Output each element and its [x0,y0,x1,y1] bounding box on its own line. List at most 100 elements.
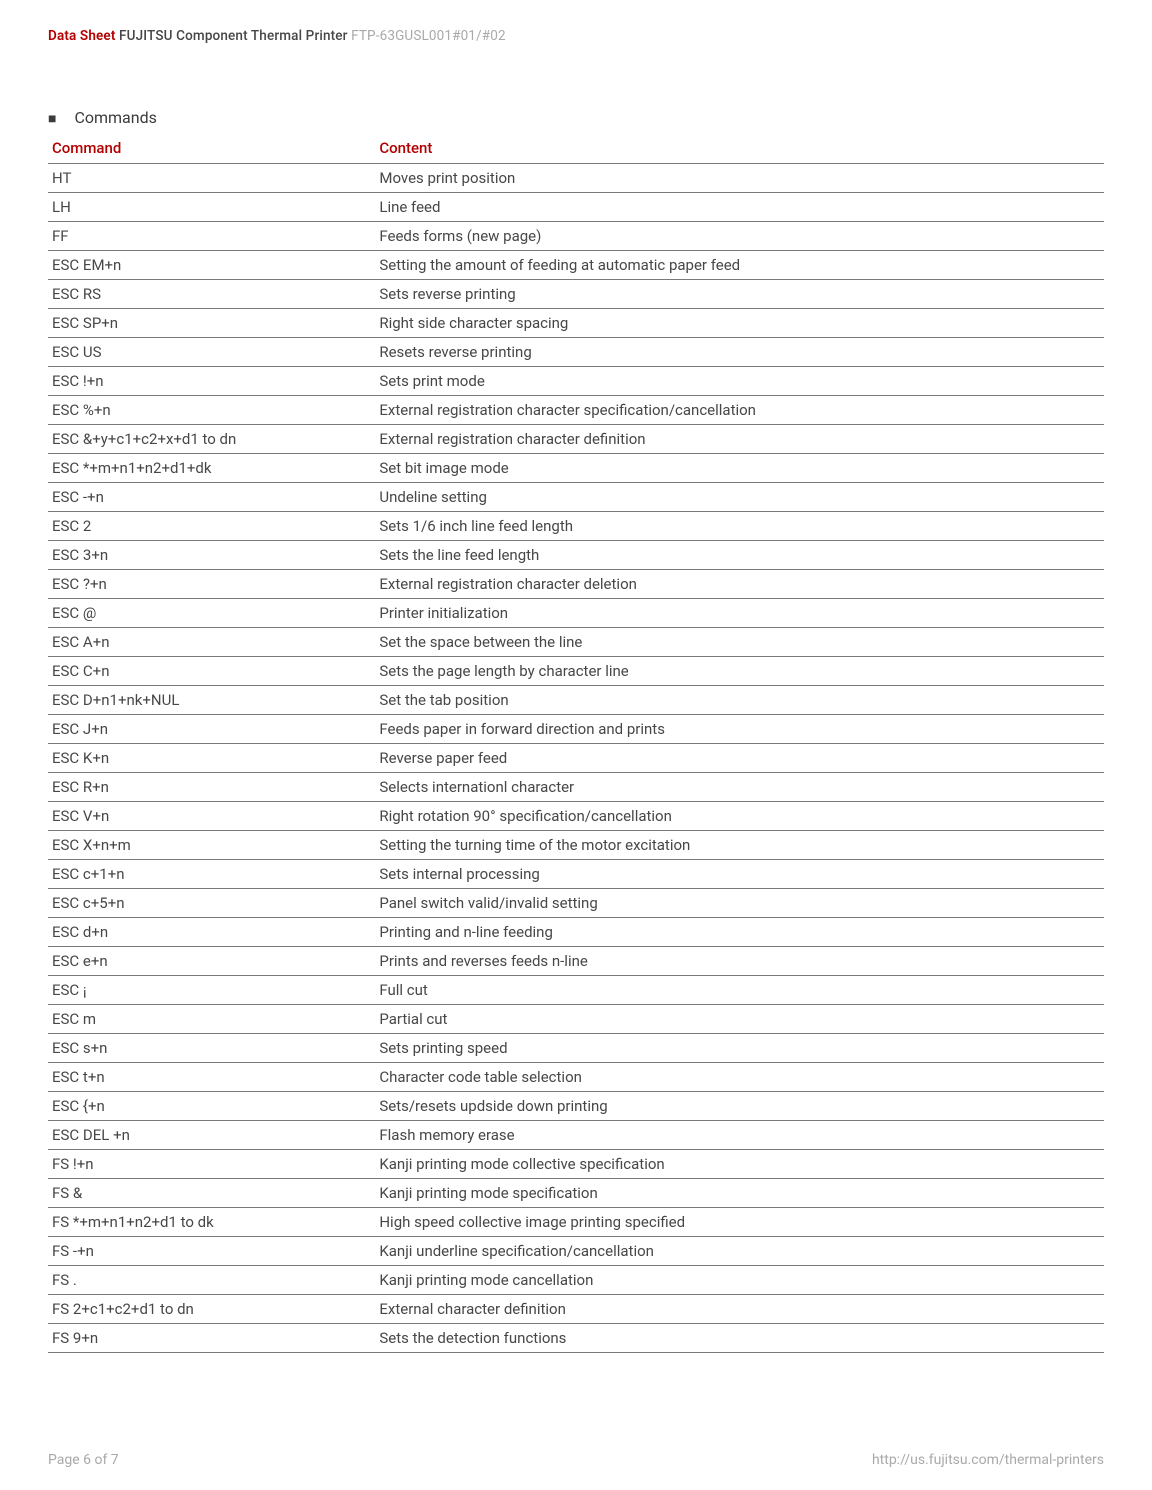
table-row: ESC V+nRight rotation 90° specification/… [48,802,1104,831]
cell-command: ESC c+1+n [48,860,375,889]
cell-command: ESC EM+n [48,251,375,280]
cell-content: Sets printing speed [375,1034,1104,1063]
table-row: ESC c+5+nPanel switch valid/invalid sett… [48,889,1104,918]
cell-command: ESC R+n [48,773,375,802]
cell-command: ESC A+n [48,628,375,657]
cell-content: Kanji printing mode cancellation [375,1266,1104,1295]
cell-command: ESC e+n [48,947,375,976]
header-product: FUJITSU Component Thermal Printer [119,28,348,44]
cell-content: Right side character spacing [375,309,1104,338]
cell-content: Sets the page length by character line [375,657,1104,686]
table-row: ESC ?+nExternal registration character d… [48,570,1104,599]
cell-content: Undeline setting [375,483,1104,512]
cell-content: Right rotation 90° specification/cancell… [375,802,1104,831]
column-header-content: Content [375,133,1104,164]
table-row: FS !+nKanji printing mode collective spe… [48,1150,1104,1179]
cell-content: Setting the amount of feeding at automat… [375,251,1104,280]
cell-content: Partial cut [375,1005,1104,1034]
cell-command: ESC s+n [48,1034,375,1063]
footer-page-number: Page 6 of 7 [48,1452,119,1468]
cell-command: ESC SP+n [48,309,375,338]
cell-content: Selects internationl character [375,773,1104,802]
cell-content: Flash memory erase [375,1121,1104,1150]
table-row: ESC A+nSet the space between the line [48,628,1104,657]
cell-content: Reverse paper feed [375,744,1104,773]
cell-content: Full cut [375,976,1104,1005]
cell-content: External registration character definiti… [375,425,1104,454]
table-row: ESC @Printer initialization [48,599,1104,628]
cell-command: ESC US [48,338,375,367]
table-row: FFFeeds forms (new page) [48,222,1104,251]
cell-command: ESC ¡ [48,976,375,1005]
table-row: FS 9+nSets the detection functions [48,1324,1104,1353]
cell-command: ESC ?+n [48,570,375,599]
footer-url: http://us.fujitsu.com/thermal-printers [872,1452,1104,1468]
cell-command: ESC %+n [48,396,375,425]
cell-content: Sets 1/6 inch line feed length [375,512,1104,541]
cell-content: Kanji underline specification/cancellati… [375,1237,1104,1266]
table-row: ESC J+nFeeds paper in forward direction … [48,715,1104,744]
cell-content: Set the tab position [375,686,1104,715]
column-header-command: Command [48,133,375,164]
cell-content: Set the space between the line [375,628,1104,657]
table-row: FS *+m+n1+n2+d1 to dkHigh speed collecti… [48,1208,1104,1237]
page-footer: Page 6 of 7 http://us.fujitsu.com/therma… [48,1452,1104,1468]
table-row: ESC EM+nSetting the amount of feeding at… [48,251,1104,280]
table-row: ESC D+n1+nk+NULSet the tab position [48,686,1104,715]
table-row: ESC t+nCharacter code table selection [48,1063,1104,1092]
cell-content: External registration character specific… [375,396,1104,425]
cell-command: ESC J+n [48,715,375,744]
table-row: ESC ¡Full cut [48,976,1104,1005]
cell-command: ESC 3+n [48,541,375,570]
cell-command: ESC @ [48,599,375,628]
cell-content: Sets/resets updside down printing [375,1092,1104,1121]
cell-content: Resets reverse printing [375,338,1104,367]
table-row: ESC *+m+n1+n2+d1+dkSet bit image mode [48,454,1104,483]
table-row: ESC DEL +nFlash memory erase [48,1121,1104,1150]
header-datasheet-label: Data Sheet [48,28,116,44]
table-row: FS &Kanji printing mode specification [48,1179,1104,1208]
cell-command: FS -+n [48,1237,375,1266]
cell-command: ESC d+n [48,918,375,947]
cell-content: External character definition [375,1295,1104,1324]
cell-content: Set bit image mode [375,454,1104,483]
table-row: ESC {+nSets/resets updside down printing [48,1092,1104,1121]
cell-command: ESC *+m+n1+n2+d1+dk [48,454,375,483]
cell-command: ESC RS [48,280,375,309]
table-row: ESC !+nSets print mode [48,367,1104,396]
table-row: FS -+nKanji underline specification/canc… [48,1237,1104,1266]
table-header-row: Command Content [48,133,1104,164]
cell-command: ESC K+n [48,744,375,773]
cell-content: Sets reverse printing [375,280,1104,309]
cell-content: High speed collective image printing spe… [375,1208,1104,1237]
cell-command: ESC !+n [48,367,375,396]
table-row: ESC R+nSelects internationl character [48,773,1104,802]
cell-content: Sets internal processing [375,860,1104,889]
table-row: ESC K+nReverse paper feed [48,744,1104,773]
cell-command: HT [48,164,375,193]
table-row: ESC e+nPrints and reverses feeds n-line [48,947,1104,976]
table-row: ESC s+nSets printing speed [48,1034,1104,1063]
cell-content: Printing and n-line feeding [375,918,1104,947]
table-row: ESC USResets reverse printing [48,338,1104,367]
table-row: ESC C+nSets the page length by character… [48,657,1104,686]
table-row: ESC mPartial cut [48,1005,1104,1034]
cell-command: FS *+m+n1+n2+d1 to dk [48,1208,375,1237]
cell-content: Sets the detection functions [375,1324,1104,1353]
table-row: ESC SP+nRight side character spacing [48,309,1104,338]
cell-command: FS & [48,1179,375,1208]
cell-command: ESC m [48,1005,375,1034]
table-row: ESC &+y+c1+c2+x+d1 to dnExternal registr… [48,425,1104,454]
document-header: Data Sheet FUJITSU Component Thermal Pri… [48,28,1104,44]
cell-content: Moves print position [375,164,1104,193]
table-row: HTMoves print position [48,164,1104,193]
cell-command: ESC 2 [48,512,375,541]
table-row: ESC c+1+nSets internal processing [48,860,1104,889]
table-row: FS 2+c1+c2+d1 to dnExternal character de… [48,1295,1104,1324]
cell-content: Sets the line feed length [375,541,1104,570]
table-row: ESC 3+nSets the line feed length [48,541,1104,570]
cell-command: LH [48,193,375,222]
cell-content: Panel switch valid/invalid setting [375,889,1104,918]
table-row: LHLine feed [48,193,1104,222]
cell-content: Feeds paper in forward direction and pri… [375,715,1104,744]
